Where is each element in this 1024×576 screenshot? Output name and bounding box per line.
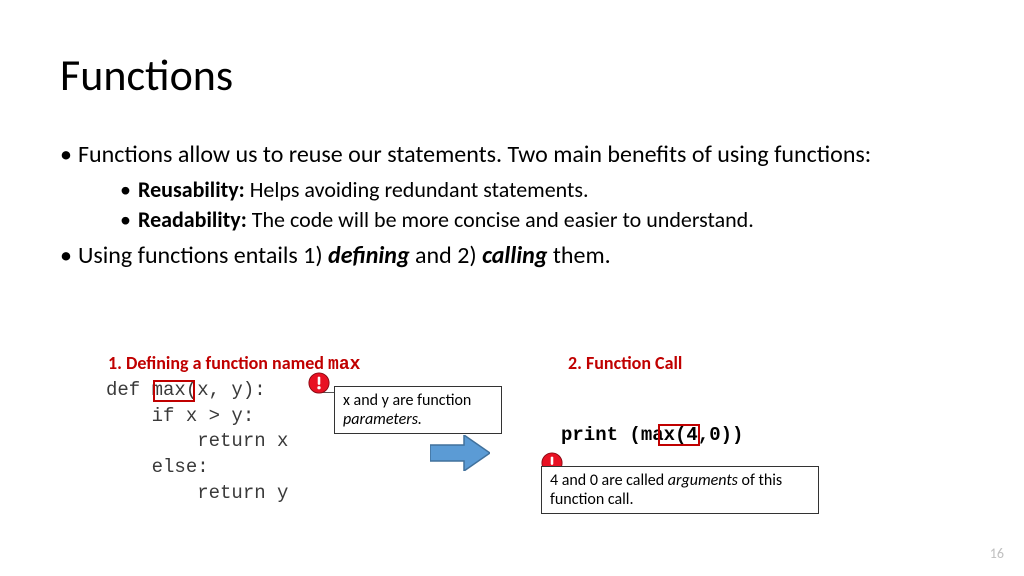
bullet-main-1: Functions allow us to reuse our statemen… <box>60 140 960 233</box>
main2-call: calling <box>482 241 547 270</box>
section-1-mono: max <box>328 355 360 375</box>
bullet-sub-1: Reusability: Helps avoiding redundant st… <box>120 176 960 204</box>
sub1-label: Reusability: <box>138 176 245 203</box>
sub1-text: Helps avoiding redundant statements. <box>245 176 589 203</box>
arguments-callout: 4 and 0 are called arguments of this fun… <box>541 466 819 514</box>
body-text: Functions allow us to reuse our statemen… <box>60 140 960 275</box>
main2-c: them. <box>547 241 610 270</box>
bullet-main-2: Using functions entails 1) defining and … <box>60 241 960 271</box>
right-arrow-icon <box>430 435 490 471</box>
sub2-text: The code will be more concise and easier… <box>247 206 754 233</box>
params-text-a: x and y are function <box>343 391 471 410</box>
main2-def: defining <box>328 241 410 270</box>
section-2-label: 2. Function Call <box>568 352 682 374</box>
args-text-b: arguments <box>668 471 738 490</box>
section-1-text: 1. Defining a function named <box>108 352 328 374</box>
page-title: Functions <box>60 48 233 102</box>
code-definition: def max(x, y): if x > y: return x else: … <box>106 378 288 506</box>
bullet-main-1-text: Functions allow us to reuse our statemen… <box>78 140 871 169</box>
main2-a: Using functions entails 1) <box>78 241 328 270</box>
code-call: print (max(4,0)) <box>561 424 743 446</box>
page-number: 16 <box>990 545 1004 562</box>
args-text-a: 4 and 0 are called <box>550 471 668 490</box>
highlight-box-def-max <box>153 380 195 402</box>
params-text-b: parameters. <box>343 410 422 429</box>
exclaim-circle-icon <box>308 372 330 394</box>
highlight-box-call-max <box>658 424 700 446</box>
parameters-callout: x and y are function parameters. <box>334 386 502 434</box>
main2-b: and 2) <box>410 241 482 270</box>
slide: Functions Functions allow us to reuse ou… <box>0 0 1024 576</box>
sub2-label: Readability: <box>138 206 247 233</box>
bullet-sub-2: Readability: The code will be more conci… <box>120 206 960 234</box>
